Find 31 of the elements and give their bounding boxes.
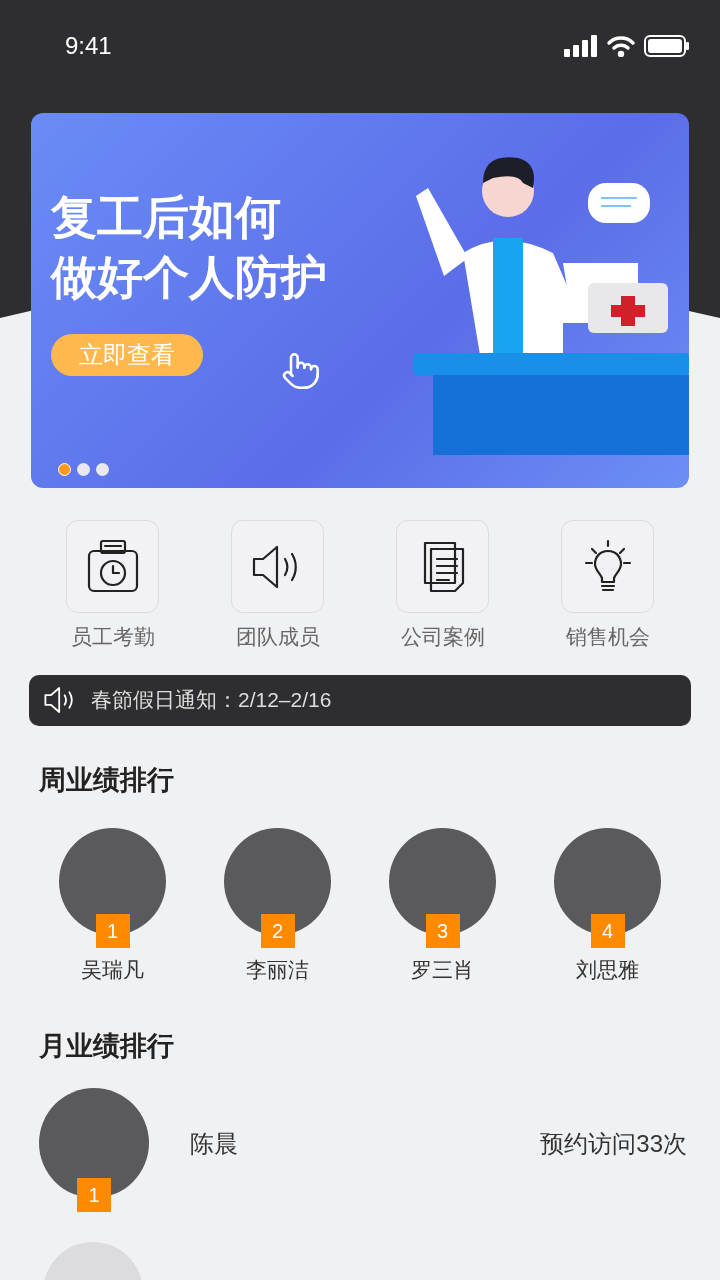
rank-badge: 1	[95, 914, 130, 948]
notice-text: 春節假日通知：2/12–2/16	[91, 687, 332, 714]
shortcut-label: 公司案例	[400, 624, 485, 650]
status-time: 9:41	[65, 31, 112, 61]
shortcut-button[interactable]	[231, 520, 324, 613]
rank-badge: 1	[77, 1178, 111, 1212]
battery-icon	[644, 35, 690, 57]
person-name: 李丽洁	[246, 957, 309, 983]
shortcut-label: 销售机会	[565, 624, 650, 650]
shortcut-label: 员工考勤	[70, 624, 155, 650]
banner-title: 复工后如何	[51, 190, 282, 245]
person-name: 吴瑞凡	[81, 957, 144, 983]
visit-count: 预约访问33次	[540, 1129, 687, 1159]
shortcut-button[interactable]	[66, 520, 159, 613]
signal-icon	[564, 35, 598, 57]
person-name: 陈晨	[190, 1129, 238, 1159]
shortcut-button[interactable]	[561, 520, 654, 613]
section-title: 月业绩排行	[38, 1029, 175, 1063]
hand-pointer-icon	[281, 351, 321, 391]
shortcut-label: 团队成员	[235, 624, 320, 650]
rank-badge: 2	[260, 914, 295, 948]
rank-badge: 4	[590, 914, 625, 948]
wifi-icon	[606, 35, 636, 57]
banner-title: 做好个人防护	[51, 250, 327, 305]
person-name: 刘思雅	[576, 957, 639, 983]
person-name: 罗三肖	[411, 957, 474, 983]
section-title: 周业绩排行	[38, 763, 175, 797]
rank-badge: 3	[425, 914, 460, 948]
promo-banner[interactable]: 复工后如何 做好个人防护 立即查看	[31, 113, 689, 488]
shortcut-button[interactable]	[396, 520, 489, 613]
notice-bar[interactable]: 春節假日通知：2/12–2/16	[29, 674, 691, 726]
